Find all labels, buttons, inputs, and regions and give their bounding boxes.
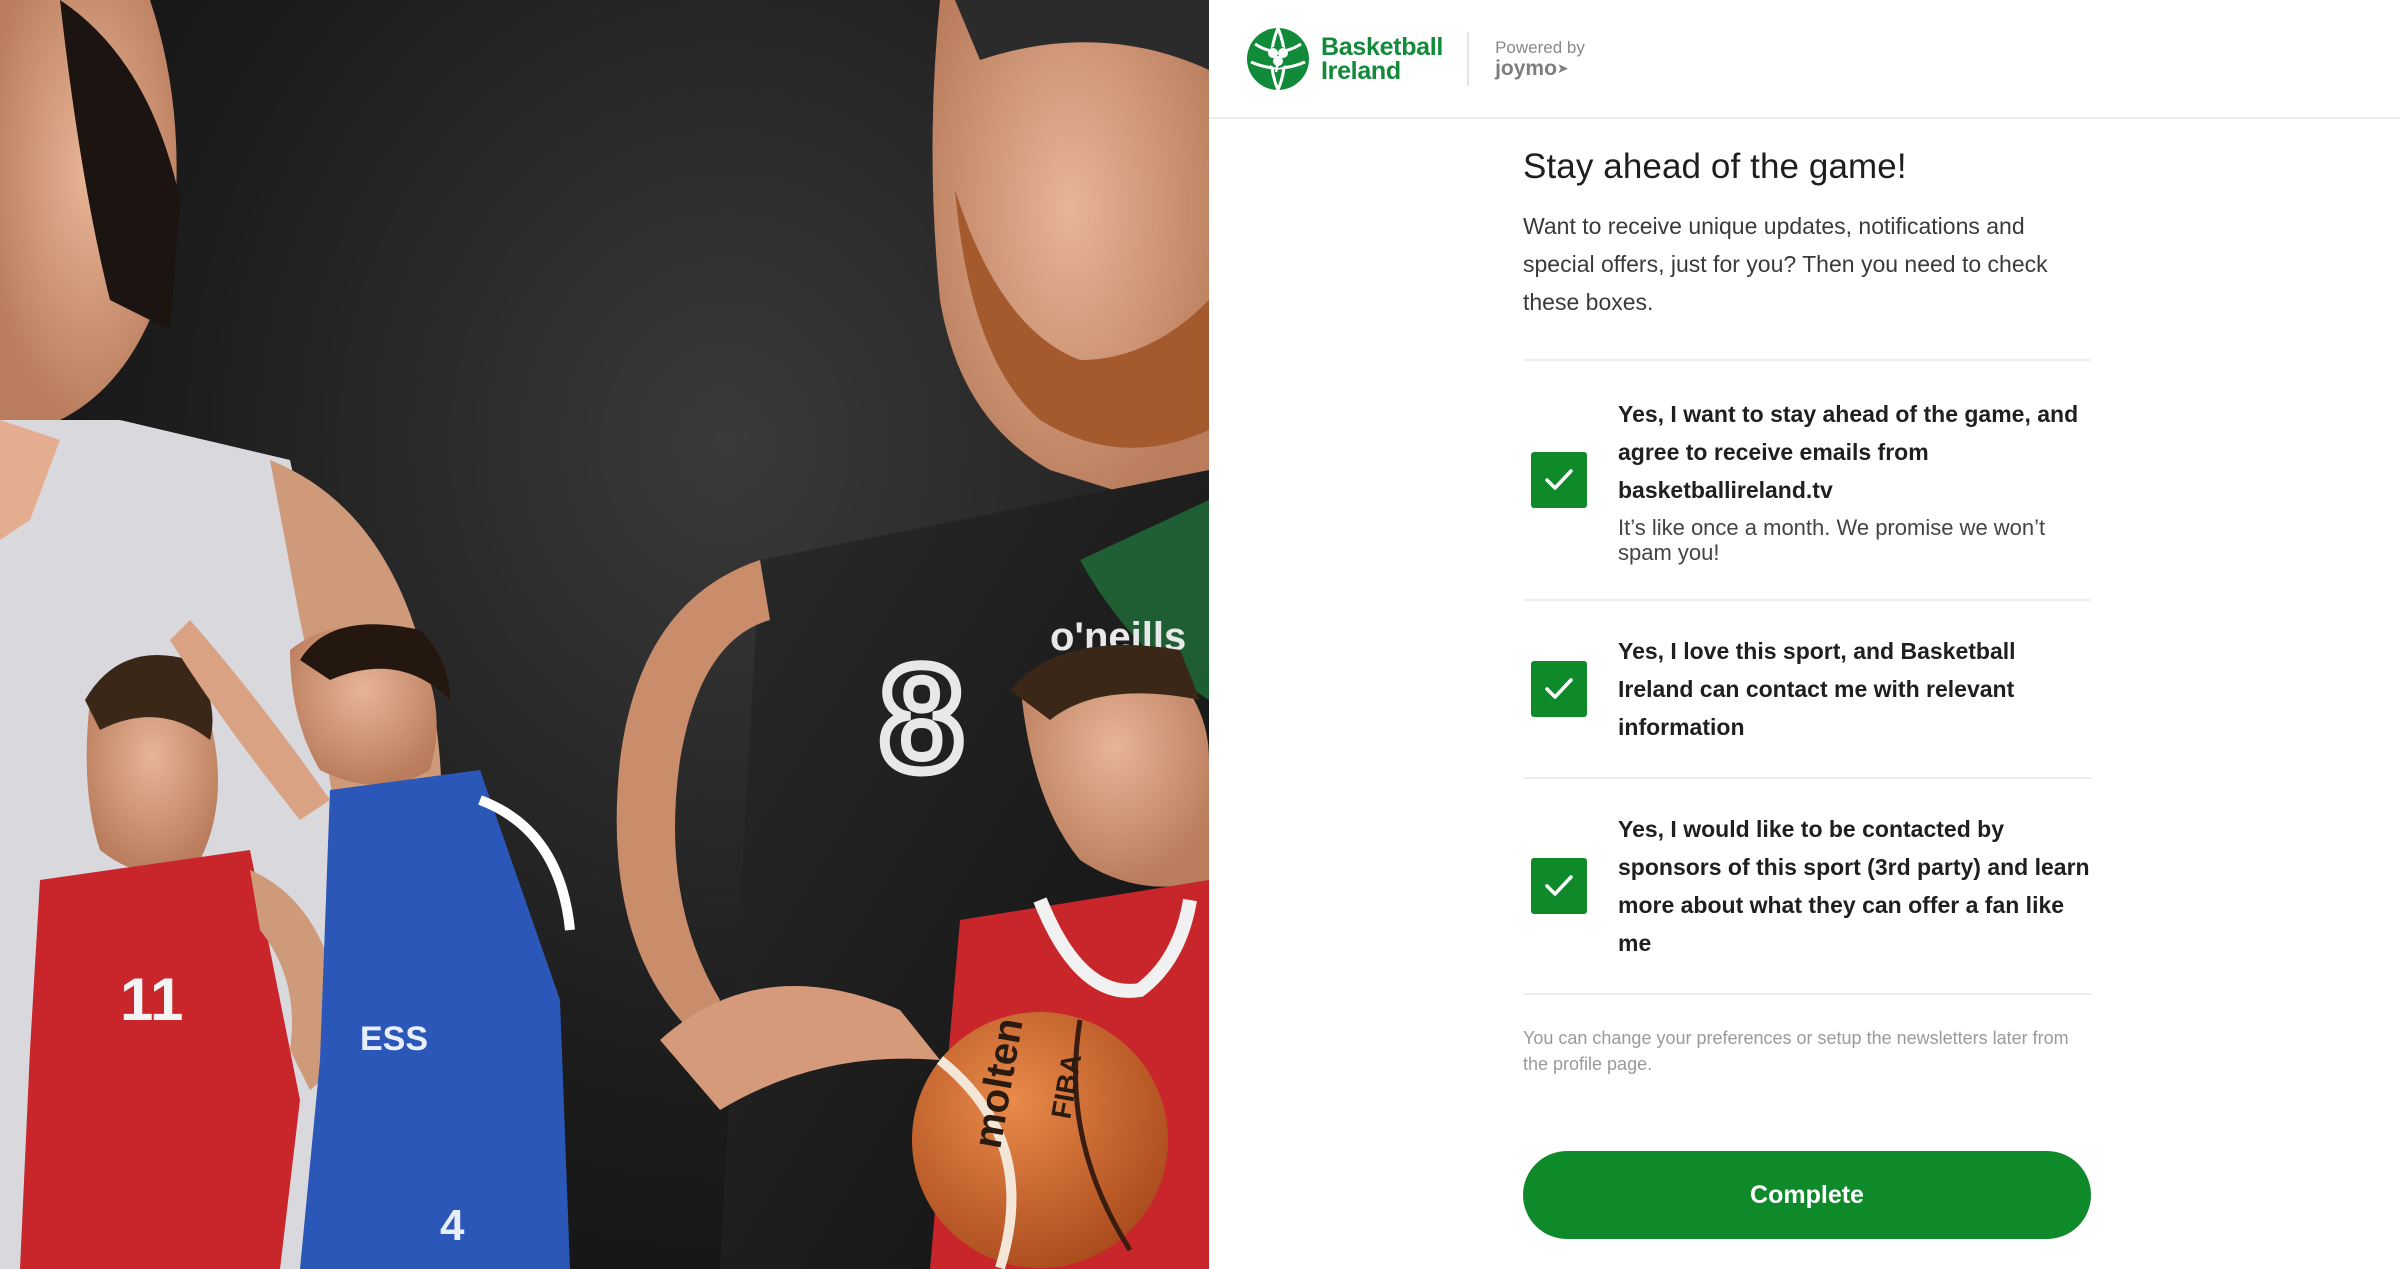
signup-preferences-panel: Basketball Ireland Powered by joymo➤ Sta… <box>1209 0 2400 1269</box>
header-bar: Basketball Ireland Powered by joymo➤ <box>1209 0 2400 119</box>
joymo-arrow-icon: ➤ <box>1556 60 1569 76</box>
header-divider <box>1467 31 1470 86</box>
sponsor-contact-checkbox[interactable] <box>1531 858 1587 914</box>
email-updates-note: It’s like once a month. We promise we wo… <box>1618 515 2046 565</box>
svg-text:4: 4 <box>440 1201 465 1250</box>
svg-text:8: 8 <box>880 634 963 802</box>
brand[interactable]: Basketball Ireland <box>1245 26 1443 92</box>
option-email-updates[interactable]: Yes, I want to stay ahead of the game, a… <box>1523 361 2091 599</box>
svg-text:ESS: ESS <box>360 1020 428 1058</box>
powered-by-name: joymo <box>1495 57 1557 80</box>
option-sponsor-contact[interactable]: Yes, I would like to be contacted by spo… <box>1523 779 2091 993</box>
option-contact-relevant-info[interactable]: Yes, I love this sport, and Basketball I… <box>1523 601 2091 777</box>
brand-name: Basketball Ireland <box>1321 32 1444 85</box>
complete-button[interactable]: Complete <box>1523 1151 2091 1239</box>
page-title: Stay ahead of the game! <box>1523 147 1907 186</box>
brand-name-line2: Ireland <box>1321 56 1401 85</box>
option-text: Yes, I want to stay ahead of the game, a… <box>1618 395 2091 565</box>
checkmark-icon <box>1545 678 1573 699</box>
contact-relevant-info-label: Yes, I love this sport, and Basketball I… <box>1618 638 2016 740</box>
intro-text: Want to receive unique updates, notifica… <box>1523 213 2048 315</box>
divider <box>1523 993 2091 995</box>
hero-image: 8 o'neills molten FIBA 11 ESS 4 <box>0 0 1209 1269</box>
preferences-form: Stay ahead of the game! Want to receive … <box>1523 119 2091 1239</box>
powered-by-logo: joymo➤ <box>1495 58 1585 79</box>
basketball-ireland-logo-icon <box>1247 26 1309 91</box>
contact-relevant-info-checkbox[interactable] <box>1531 661 1587 717</box>
hero-illustration: 8 o'neills molten FIBA 11 ESS 4 <box>0 0 1209 1269</box>
preferences-footnote: You can change your preferences or setup… <box>1523 1028 2069 1074</box>
checkmark-icon <box>1545 469 1573 490</box>
option-text: Yes, I would like to be contacted by spo… <box>1618 810 2091 962</box>
email-updates-label: Yes, I want to stay ahead of the game, a… <box>1618 401 2079 503</box>
sponsor-contact-label: Yes, I would like to be contacted by spo… <box>1618 816 2090 956</box>
email-updates-checkbox[interactable] <box>1531 452 1587 508</box>
powered-by-label: Powered by <box>1495 38 1585 57</box>
svg-text:11: 11 <box>120 966 183 1033</box>
brand-name-line1: Basketball <box>1321 32 1444 61</box>
checkmark-icon <box>1545 875 1573 896</box>
powered-by: Powered by joymo➤ <box>1495 38 1585 79</box>
option-text: Yes, I love this sport, and Basketball I… <box>1618 632 2091 746</box>
